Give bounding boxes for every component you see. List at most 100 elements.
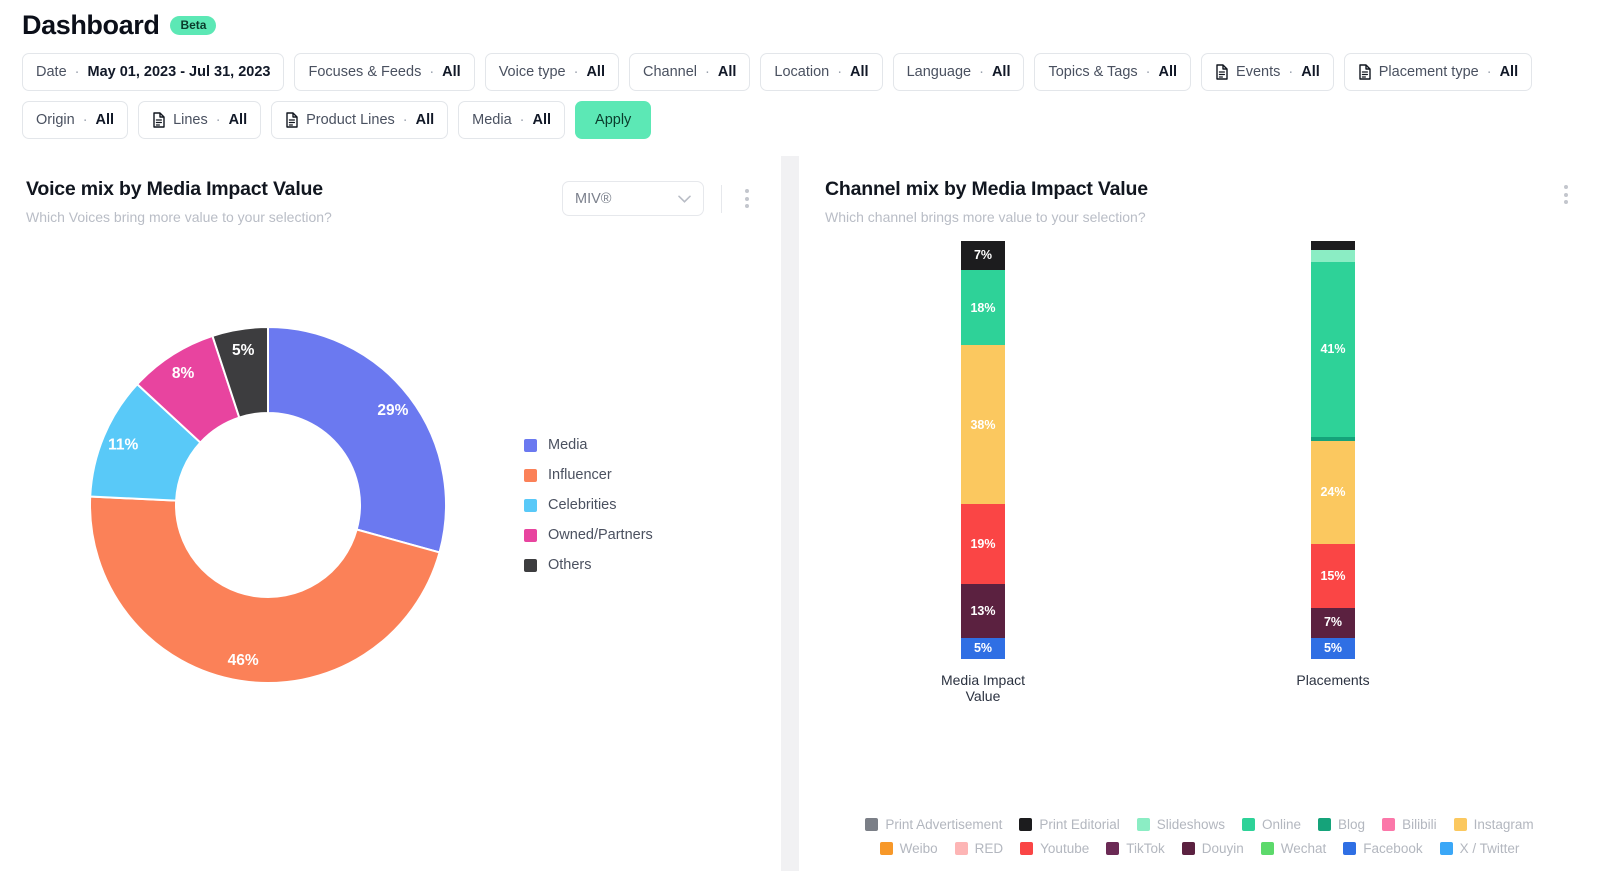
legend-label: Slideshows xyxy=(1156,817,1226,832)
kebab-menu-icon[interactable] xyxy=(739,185,755,212)
filter-chip-separator: · xyxy=(705,64,710,80)
stacked-bar-segment-label: 7% xyxy=(1323,615,1343,630)
legend-item[interactable]: Instagram xyxy=(1453,817,1534,832)
legend-item[interactable]: Weibo xyxy=(879,841,938,856)
filter-chip-value: All xyxy=(415,112,435,128)
legend-swatch xyxy=(865,818,879,831)
filter-chip-separator: · xyxy=(1486,64,1492,80)
document-icon xyxy=(1216,64,1228,80)
filter-chip-media[interactable]: Media · All xyxy=(458,101,566,139)
filter-chip-label: Events xyxy=(1236,64,1281,80)
legend-item[interactable]: Slideshows xyxy=(1136,817,1226,832)
filter-chip-label: Voice type xyxy=(498,64,566,80)
document-icon xyxy=(286,112,298,128)
legend-item[interactable]: Facebook xyxy=(1343,841,1423,856)
filter-chip-events[interactable]: Events · All xyxy=(1201,53,1334,91)
filter-chip-label: Date xyxy=(36,64,67,80)
filter-chip-placement-type[interactable]: Placement type · All xyxy=(1343,53,1533,91)
filter-chip-label: Product Lines xyxy=(306,112,395,128)
legend-item[interactable]: Youtube xyxy=(1020,841,1089,856)
legend-item[interactable]: Douyin xyxy=(1181,841,1244,856)
beta-badge: Beta xyxy=(170,15,217,36)
legend-item[interactable]: Media xyxy=(524,437,653,453)
legend-row: Weibo RED Youtube TikTok Douyin Wechat Faceboo… xyxy=(799,841,1600,856)
panel-gutter xyxy=(781,156,799,871)
legend-item[interactable]: Online xyxy=(1242,817,1301,832)
filter-chip-product-lines[interactable]: Product Lines · All xyxy=(271,101,449,139)
legend-swatch xyxy=(524,468,537,482)
filter-chip-label: Location xyxy=(774,64,830,80)
legend-swatch xyxy=(1453,818,1467,831)
legend-label: Others xyxy=(548,557,592,573)
stacked-bar-segment[interactable]: 5% xyxy=(961,638,1005,659)
legend-label: RED xyxy=(974,841,1004,856)
legend-item[interactable]: Bilibili xyxy=(1382,817,1437,832)
stacked-bar-segment[interactable]: 18% xyxy=(961,270,1005,346)
legend-swatch xyxy=(1318,818,1332,831)
filter-chip-separator: · xyxy=(82,112,88,128)
legend-item[interactable]: X / Twitter xyxy=(1439,841,1519,856)
stacked-bar-segment-label: 38% xyxy=(970,417,996,432)
legend-label: Facebook xyxy=(1363,841,1423,856)
legend-item[interactable]: TikTok xyxy=(1106,841,1165,856)
filter-chip-separator: · xyxy=(573,64,579,80)
filter-chip-value: All xyxy=(442,64,461,80)
legend-item[interactable]: Print Editorial xyxy=(1019,817,1120,832)
filter-chip-separator: · xyxy=(402,112,408,128)
toolbar-divider xyxy=(721,184,722,213)
filter-chip-date[interactable]: Date · May 01, 2023 - Jul 31, 2023 xyxy=(22,53,285,91)
legend-item[interactable]: Celebrities xyxy=(524,497,653,513)
stacked-bar-segment[interactable]: 15% xyxy=(1311,543,1355,608)
filter-chip-focuses-feeds[interactable]: Focuses & Feeds · All xyxy=(294,53,475,91)
channel-mix-chart-area: 7% 18% 38% 19% 13% 5% Media Impact Value 41% 24%… xyxy=(799,241,1600,741)
legend-swatch xyxy=(1242,818,1256,831)
stacked-bar-segment[interactable] xyxy=(1311,249,1355,263)
stacked-bar-segment[interactable]: 7% xyxy=(1311,607,1355,638)
legend-label: Media xyxy=(548,437,588,453)
stacked-bar-segment-label: 41% xyxy=(1320,342,1346,357)
stacked-bar-segment[interactable] xyxy=(1311,241,1355,250)
legend-item[interactable]: Print Advertisement xyxy=(865,817,1002,832)
stacked-bar-column: 7% 18% 38% 19% 13% 5% xyxy=(961,241,1005,659)
stacked-bar-segment[interactable]: 13% xyxy=(961,583,1005,639)
voice-mix-panel: Voice mix by Media Impact Value Which Vo… xyxy=(0,156,781,871)
voice-mix-title: Voice mix by Media Impact Value xyxy=(26,178,323,200)
filter-chip-language[interactable]: Language · All xyxy=(892,53,1025,91)
stacked-bar-segment[interactable]: 41% xyxy=(1311,262,1355,438)
filter-chip-label: Lines xyxy=(173,112,208,128)
legend-item[interactable]: Wechat xyxy=(1260,841,1326,856)
donut-chart-svg[interactable]: 29% 46% 11% 8% 5% xyxy=(58,295,478,715)
metric-select[interactable]: MIV® xyxy=(562,181,704,216)
stacked-bar-segment[interactable]: 7% xyxy=(961,241,1005,271)
legend-swatch xyxy=(1019,818,1033,831)
legend-swatch xyxy=(1260,842,1274,855)
donut-slice[interactable] xyxy=(267,325,447,554)
stacked-bar-segment[interactable]: 24% xyxy=(1311,441,1355,544)
filter-chip-lines[interactable]: Lines · All xyxy=(138,101,262,139)
kebab-menu-icon[interactable] xyxy=(1558,181,1574,208)
bar-axis-label: Placements xyxy=(1296,671,1370,688)
filter-chip-separator: · xyxy=(1145,64,1151,80)
stacked-bar-segment[interactable]: 5% xyxy=(1311,637,1355,659)
legend-swatch xyxy=(1181,842,1195,855)
legend-item[interactable]: RED xyxy=(954,841,1004,856)
channel-mix-subtitle: Which channel brings more value to your … xyxy=(825,209,1146,225)
apply-button[interactable]: Apply xyxy=(575,101,652,139)
filter-chip-topics-tags[interactable]: Topics & Tags · All xyxy=(1034,53,1192,91)
filter-chip-channel[interactable]: Channel · All xyxy=(628,53,751,91)
filter-chip-label: Topics & Tags xyxy=(1048,64,1138,80)
filter-chip-voice-type[interactable]: Voice type · All xyxy=(484,53,619,91)
stacked-bar-segment[interactable]: 38% xyxy=(961,345,1005,505)
filter-chip-label: Language xyxy=(906,64,972,80)
legend-item[interactable]: Others xyxy=(524,557,653,573)
filter-chip-origin[interactable]: Origin · All xyxy=(22,101,129,139)
filter-chip-label: Focuses & Feeds xyxy=(308,64,422,80)
legend-swatch xyxy=(879,842,893,855)
filter-chip-label: Placement type xyxy=(1378,64,1479,80)
legend-item[interactable]: Owned/Partners xyxy=(524,527,653,543)
filter-chip-separator: · xyxy=(519,112,525,128)
legend-item[interactable]: Influencer xyxy=(524,467,653,483)
stacked-bar-segment[interactable]: 19% xyxy=(961,504,1005,584)
filter-chip-location[interactable]: Location · All xyxy=(760,53,883,91)
legend-item[interactable]: Blog xyxy=(1318,817,1365,832)
